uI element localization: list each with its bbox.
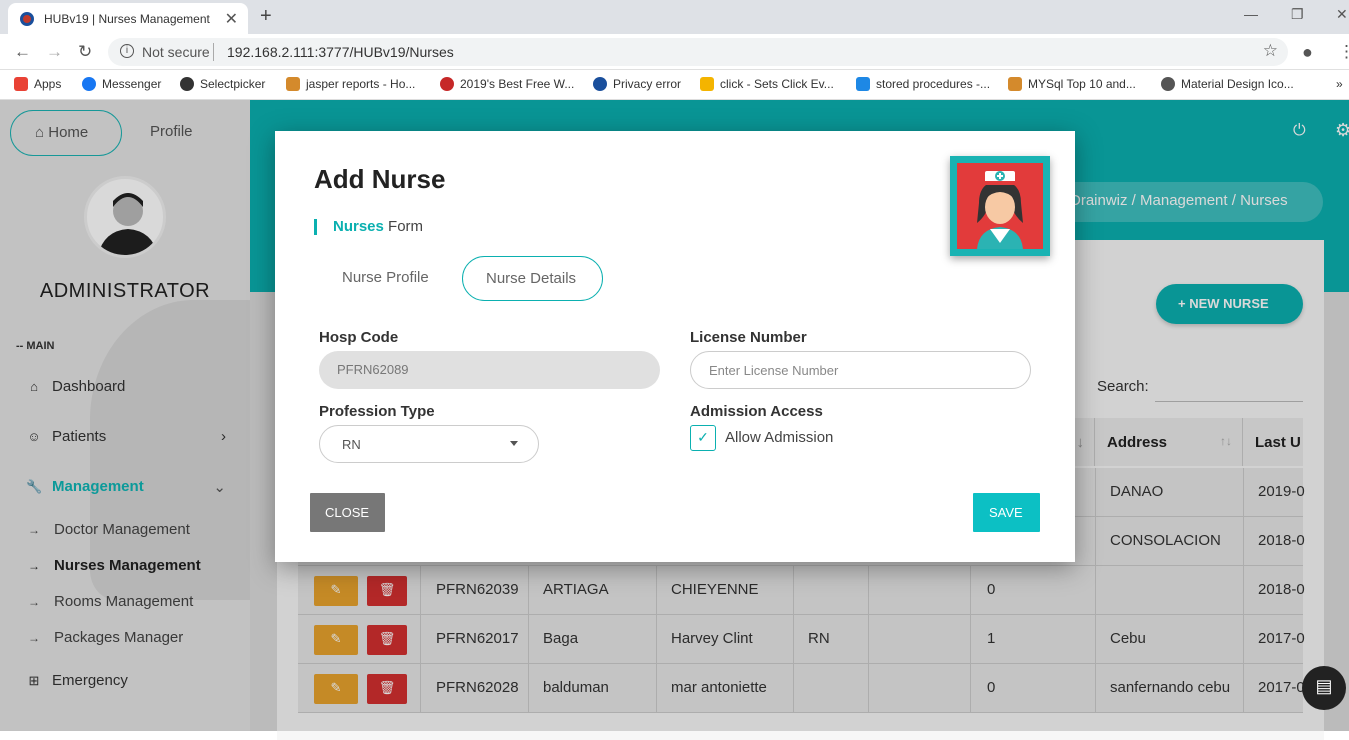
subtitle-accent-bar (314, 219, 317, 235)
bookmark-label: Privacy error (613, 77, 682, 91)
bookmark-label: 2019's Best Free W... (460, 77, 575, 91)
globe-icon (1161, 77, 1175, 91)
site-icon (440, 77, 454, 91)
save-button[interactable]: SAVE (973, 493, 1040, 532)
bookmark-mysql[interactable]: MYSql Top 10 and... (1008, 77, 1136, 91)
bookmark-label: MYSql Top 10 and... (1028, 77, 1136, 91)
info-icon[interactable]: i (120, 44, 134, 58)
bookmark-best-free[interactable]: 2019's Best Free W... (440, 77, 574, 91)
profession-type-select[interactable]: RN (319, 425, 539, 463)
bookmark-label: stored procedures -... (876, 77, 991, 91)
site-favicon-icon (20, 12, 34, 26)
github-icon (180, 77, 194, 91)
url-text[interactable]: 192.168.2.111:3777/HUBv19/Nurses (227, 44, 454, 60)
site-icon (700, 77, 714, 91)
license-number-label: License Number (690, 329, 807, 346)
bookmark-label: Messenger (102, 77, 162, 91)
account-icon[interactable]: ● (1302, 42, 1313, 63)
bookmark-messenger[interactable]: Messenger (82, 77, 161, 91)
check-icon: ✓ (697, 429, 709, 445)
allow-admission-checkbox[interactable]: ✓ (690, 425, 716, 451)
browser-tab[interactable]: HUBv19 | Nurses Management ✕ (8, 3, 248, 34)
nurse-avatar-image (950, 156, 1050, 256)
bookmark-material-design[interactable]: Material Design Ico... (1161, 77, 1294, 91)
modal-title: Add Nurse (314, 164, 446, 194)
allow-admission-label[interactable]: Allow Admission (725, 429, 833, 446)
stackoverflow-icon (1008, 77, 1022, 91)
bookmark-stored-procedures[interactable]: stored procedures -... (856, 77, 990, 91)
admission-access-label: Admission Access (690, 403, 823, 420)
bookmarks-bar: Apps Messenger Selectpicker jasper repor… (0, 70, 1349, 100)
caret-down-icon (510, 441, 518, 446)
nurse-icon (977, 171, 1023, 249)
subtitle-rest: Form (383, 218, 424, 235)
close-tab-icon[interactable]: ✕ (225, 9, 238, 29)
add-nurse-modal: Add Nurse Nurses Form Nurse Profile Nurs… (275, 131, 1075, 562)
license-number-input[interactable] (690, 351, 1031, 389)
bookmark-label: click - Sets Click Ev... (720, 77, 834, 91)
more-bookmarks-icon[interactable]: » (1336, 77, 1343, 91)
close-button[interactable]: CLOSE (310, 493, 385, 532)
bookmark-label: jasper reports - Ho... (306, 77, 416, 91)
bookmark-label: Selectpicker (200, 77, 266, 91)
tab-nurse-profile[interactable]: Nurse Profile (342, 269, 429, 286)
tab-title: HUBv19 | Nurses Management (44, 12, 210, 26)
database-icon (856, 77, 870, 91)
bookmark-label: Material Design Ico... (1181, 77, 1294, 91)
omnibox[interactable]: i Not secure 192.168.2.111:3777/HUBv19/N… (108, 38, 1288, 66)
back-icon[interactable]: ← (14, 42, 31, 62)
hosp-code-field: PFRN62089 (319, 351, 660, 389)
tab-nurse-details[interactable]: Nurse Details (462, 256, 603, 301)
close-window-icon[interactable]: ✕ (1336, 6, 1348, 23)
bookmark-apps[interactable]: Apps (14, 77, 61, 91)
reload-icon[interactable]: ↻ (78, 42, 92, 62)
address-bar-row: ← → ↻ i Not secure 192.168.2.111:3777/HU… (0, 34, 1349, 70)
not-secure-label: Not secure (142, 44, 210, 60)
messenger-icon (82, 77, 96, 91)
bookmark-click-sets[interactable]: click - Sets Click Ev... (700, 77, 834, 91)
profession-type-label: Profession Type (319, 403, 435, 420)
forward-icon[interactable]: → (46, 42, 63, 62)
hosp-code-label: Hosp Code (319, 329, 399, 346)
minimize-icon[interactable]: — (1244, 6, 1258, 22)
restore-icon[interactable]: ❐ (1291, 6, 1304, 23)
new-tab-button[interactable]: + (260, 5, 272, 28)
bookmark-star-icon[interactable]: ☆ (1263, 41, 1278, 61)
subtitle-strong: Nurses (333, 218, 384, 235)
chat-icon[interactable]: ▤ (1302, 666, 1346, 710)
modal-subtitle: Nurses Form (333, 218, 423, 235)
apps-grid-icon (14, 77, 28, 91)
stackoverflow-icon (286, 77, 300, 91)
profession-type-value: RN (342, 437, 361, 452)
omnibox-divider (213, 43, 214, 61)
bookmark-privacy-error[interactable]: Privacy error (593, 77, 681, 91)
bookmark-label: Apps (34, 77, 62, 91)
menu-dots-icon[interactable]: ⋮ (1338, 42, 1349, 62)
globe-icon (593, 77, 607, 91)
bookmark-jasper[interactable]: jasper reports - Ho... (286, 77, 415, 91)
browser-tab-bar: HUBv19 | Nurses Management ✕ + — ❐ ✕ (0, 0, 1349, 34)
bookmark-selectpicker[interactable]: Selectpicker (180, 77, 265, 91)
